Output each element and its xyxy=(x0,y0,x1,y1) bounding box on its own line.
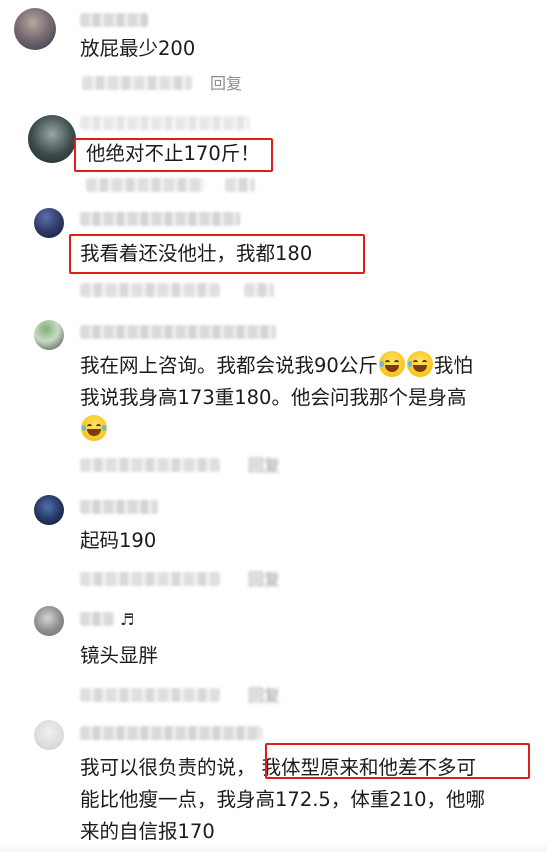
avatar[interactable] xyxy=(34,208,64,238)
grinning-sweat-emoji-icon xyxy=(378,351,405,377)
comment-meta-blurred xyxy=(80,283,220,297)
username-blurred[interactable] xyxy=(80,726,262,740)
reply-button[interactable]: 回复 xyxy=(248,570,280,590)
username-blurred[interactable] xyxy=(80,116,250,130)
comment-meta-blurred xyxy=(80,458,220,472)
comment-text-part: 我可以很负责的说， xyxy=(80,756,256,779)
username-blurred[interactable] xyxy=(80,13,148,27)
comment-meta-blurred xyxy=(86,178,204,192)
reply-button[interactable]: 回复 xyxy=(248,686,280,706)
avatar[interactable] xyxy=(34,720,64,750)
comment-text: 放屁最少200 xyxy=(80,37,196,60)
reply-button[interactable]: 回复 xyxy=(248,456,280,476)
reply-button-blurred[interactable] xyxy=(225,178,255,192)
avatar[interactable] xyxy=(34,606,64,636)
comment-meta-blurred xyxy=(80,688,220,702)
comment-meta-blurred xyxy=(80,572,220,586)
bottom-fade xyxy=(0,842,547,852)
username-blurred[interactable] xyxy=(80,325,276,339)
username-blurred[interactable] xyxy=(80,612,114,626)
comment-text: 起码190 xyxy=(80,529,157,552)
highlight-box xyxy=(265,743,530,779)
avatar[interactable] xyxy=(14,8,56,50)
avatar[interactable] xyxy=(28,115,76,163)
comment-text-line: 能比他瘦一点，我身高172.5，体重210，他哪 xyxy=(80,788,486,811)
music-note-icon: ♬ xyxy=(120,610,135,629)
avatar[interactable] xyxy=(34,495,64,525)
reply-button[interactable]: 回复 xyxy=(210,74,242,94)
comment-meta-blurred xyxy=(82,76,192,90)
comment-text-part: 我怕 xyxy=(433,354,473,377)
reply-button-blurred[interactable] xyxy=(244,283,274,297)
highlight-box xyxy=(74,138,273,172)
comment-text-part: 我在网上咨询。我都会说我90公斤 xyxy=(80,354,378,377)
highlight-box xyxy=(69,234,365,274)
comment-text-line xyxy=(80,414,540,446)
grinning-sweat-emoji-icon xyxy=(406,351,433,377)
avatar[interactable] xyxy=(34,320,64,350)
comment-text-line: 我说我身高173重180。他会问我那个是身高 xyxy=(80,386,467,409)
comment-text: 镜头显胖 xyxy=(80,644,159,667)
username-blurred[interactable] xyxy=(80,212,240,226)
comment-text-line: 我在网上咨询。我都会说我90公斤 我怕 xyxy=(80,350,540,382)
username-blurred[interactable] xyxy=(80,500,158,514)
laughing-tears-emoji-icon xyxy=(81,415,107,441)
